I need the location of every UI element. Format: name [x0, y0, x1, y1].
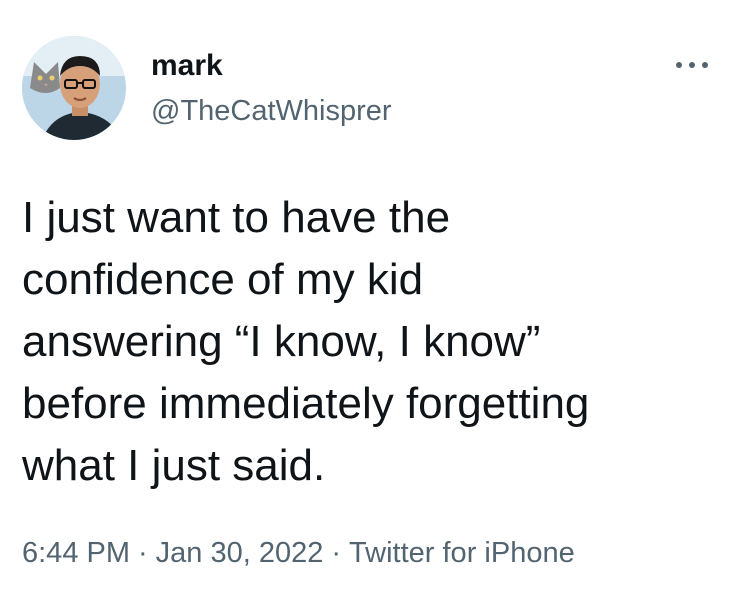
ellipsis-icon	[689, 62, 695, 68]
more-options-button[interactable]	[672, 52, 712, 76]
tweet-text-line: what I just said.	[22, 441, 326, 490]
ellipsis-icon	[702, 62, 708, 68]
separator: ·	[138, 537, 148, 569]
author-display-name[interactable]: mark	[151, 48, 223, 84]
tweet-text-line: confidence of my kid	[22, 255, 424, 304]
tweet-date[interactable]: Jan 30, 2022	[156, 537, 324, 569]
tweet-text-line: answering “I know, I know”	[22, 317, 541, 366]
author-handle[interactable]: @TheCatWhisprer	[151, 93, 392, 129]
tweet-card: mark @TheCatWhisprer I just want to have…	[0, 0, 733, 607]
tweet-metadata: 6:44 PM · Jan 30, 2022 · Twitter for iPhone	[22, 533, 575, 573]
profile-photo-icon	[22, 36, 126, 140]
tweet-source[interactable]: Twitter for iPhone	[349, 537, 575, 569]
avatar[interactable]	[22, 36, 126, 140]
separator: ·	[331, 537, 342, 569]
tweet-time[interactable]: 6:44 PM	[22, 537, 130, 569]
ellipsis-icon	[676, 62, 682, 68]
tweet-text-line: I just want to have the	[22, 193, 451, 242]
tweet-text-line: before immediately forgetting	[22, 379, 590, 428]
tweet-text: I just want to have the confidence of my…	[22, 187, 722, 497]
